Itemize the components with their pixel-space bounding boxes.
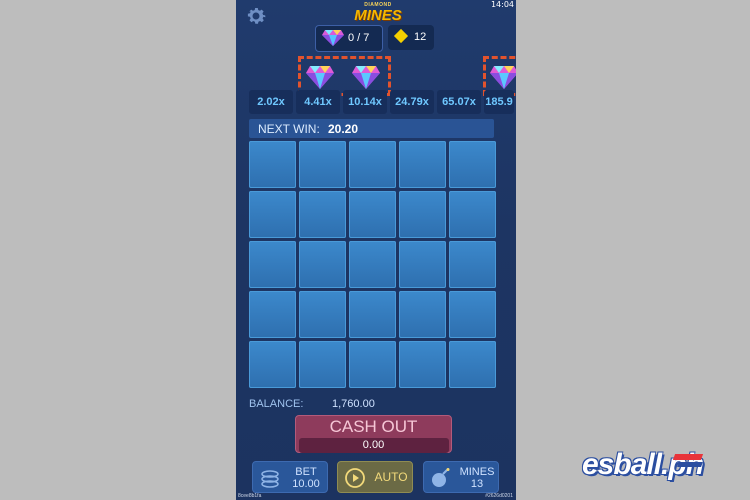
bomb-icon: [432, 468, 450, 487]
gear-icon[interactable]: [244, 4, 268, 28]
cash-out-label: CASH OUT: [329, 417, 418, 436]
mine-grid: [249, 141, 499, 391]
grid-tile[interactable]: [349, 341, 396, 388]
grid-tile[interactable]: [299, 191, 346, 238]
diamond-count: 0 / 7: [348, 32, 370, 44]
auto-button[interactable]: AUTO: [337, 461, 413, 493]
multiplier-cell: 10.14x: [343, 90, 387, 114]
grid-tile[interactable]: [449, 141, 496, 188]
gems-value: 12: [414, 31, 427, 43]
gems-counter: 12: [388, 25, 434, 50]
grid-tile[interactable]: [349, 291, 396, 338]
cash-out-amount: 0.00: [298, 438, 449, 453]
grid-tile[interactable]: [399, 191, 446, 238]
coins-icon: [261, 470, 279, 488]
mines-value: 13: [470, 478, 484, 490]
play-circle-icon: [345, 468, 365, 488]
cash-out-button[interactable]: CASH OUT 0.00: [295, 415, 452, 453]
grid-tile[interactable]: [449, 191, 496, 238]
game-window: 14:04 DIAMOND MINES 0 / 7 12 2.02x 4.41x…: [236, 0, 516, 500]
grid-tile[interactable]: [299, 291, 346, 338]
game-logo: DIAMOND MINES: [350, 2, 406, 26]
grid-tile[interactable]: [449, 241, 496, 288]
multiplier-row: 2.02x 4.41x 10.14x 24.79x 65.07x 185.9: [249, 90, 516, 114]
mines-label: MINES: [459, 466, 495, 478]
grid-tile[interactable]: [399, 341, 446, 388]
grid-tile[interactable]: [299, 241, 346, 288]
watermark-stripe: [677, 462, 703, 467]
multiplier-cell: 185.9: [484, 90, 514, 114]
bet-button[interactable]: BET 10.00: [252, 461, 328, 493]
multiplier-cell: 2.02x: [249, 90, 293, 114]
bet-value: 10.00: [292, 478, 320, 490]
multiplier-cell: 24.79x: [390, 90, 434, 114]
multiplier-cell: 4.41x: [296, 90, 340, 114]
grid-tile[interactable]: [249, 291, 296, 338]
yellow-gem-icon: [393, 28, 409, 44]
grid-tile[interactable]: [349, 191, 396, 238]
balance-value: 1,760.00: [332, 398, 375, 410]
grid-tile[interactable]: [349, 141, 396, 188]
next-win-value: 20.20: [328, 122, 359, 136]
diamond-icon: [322, 30, 344, 46]
esball-watermark-logo: esball.ph: [578, 448, 728, 492]
auto-label: AUTO: [374, 470, 408, 484]
mines-button[interactable]: MINES 13: [423, 461, 499, 493]
grid-tile[interactable]: [249, 341, 296, 388]
grid-tile[interactable]: [299, 141, 346, 188]
diamond-counter: 0 / 7: [315, 25, 383, 52]
status-time: 14:04: [490, 0, 514, 9]
grid-tile[interactable]: [249, 141, 296, 188]
grid-tile[interactable]: [399, 291, 446, 338]
grid-tile[interactable]: [249, 191, 296, 238]
bet-label: BET: [295, 466, 317, 478]
next-win-label: NEXT WIN:: [258, 122, 320, 136]
multiplier-cell: 65.07x: [437, 90, 481, 114]
screenshot: 14:04 DIAMOND MINES 0 / 7 12 2.02x 4.41x…: [0, 0, 750, 500]
footer-session-id: 8cee8b1fa: [238, 493, 262, 499]
grid-tile[interactable]: [449, 291, 496, 338]
grid-tile[interactable]: [249, 241, 296, 288]
balance-label: BALANCE:: [249, 398, 304, 410]
balance-row: BALANCE: 1,760.00: [249, 398, 499, 412]
grid-tile[interactable]: [349, 241, 396, 288]
grid-tile[interactable]: [399, 241, 446, 288]
logo-title: MINES: [354, 7, 402, 24]
grid-tile[interactable]: [399, 141, 446, 188]
footer-round-id: #2626d0201: [485, 493, 513, 499]
watermark-stripe: [672, 454, 704, 460]
grid-tile[interactable]: [299, 341, 346, 388]
grid-tile[interactable]: [449, 341, 496, 388]
next-win-bar: NEXT WIN: 20.20: [249, 119, 494, 138]
